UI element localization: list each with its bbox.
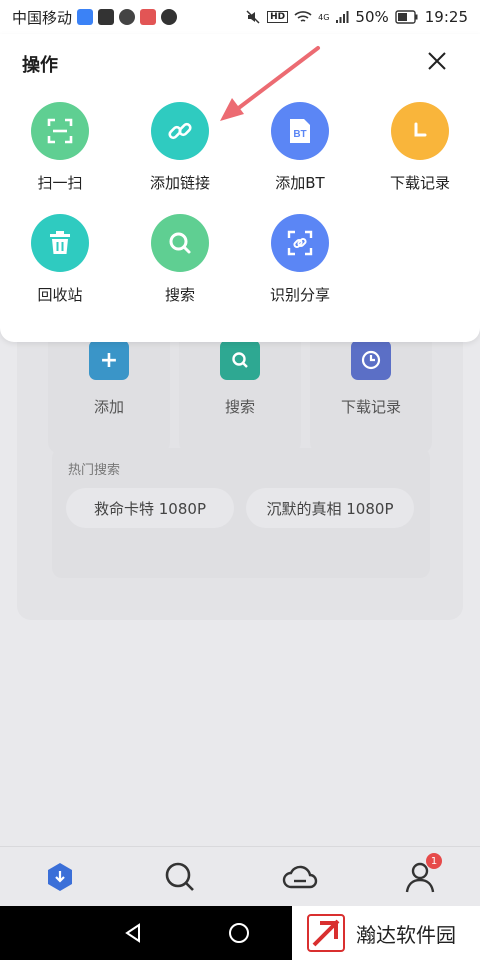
annotation-arrow — [220, 46, 320, 121]
